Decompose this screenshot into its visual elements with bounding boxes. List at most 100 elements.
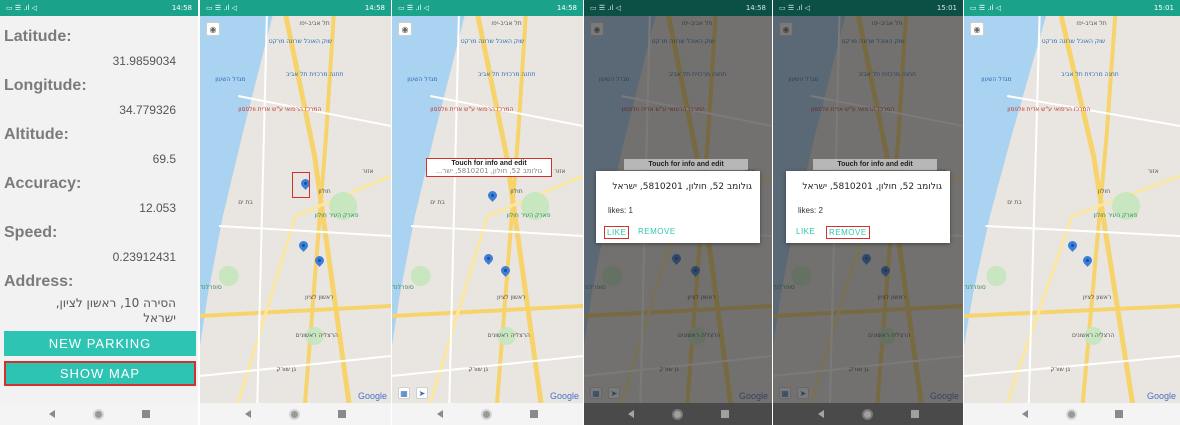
home-icon[interactable]: [289, 408, 300, 420]
sea-area: [392, 16, 465, 346]
latitude-label: Latitude:: [4, 28, 72, 45]
map-place-label: חולון: [318, 188, 331, 195]
info-window-title: Touch for info and edit: [813, 159, 937, 170]
likes-count: likes: 2: [798, 206, 823, 215]
map-place-label: סופרלנד: [964, 284, 986, 291]
map-road: [964, 355, 1180, 377]
map-place-label: המרכז הרפואי ע"ש אדית וולפסון: [1007, 106, 1091, 113]
google-logo: Google: [1146, 391, 1176, 401]
map-place-label: פארק העיר חולון: [314, 212, 359, 219]
map-place-label: מגדל השעון: [407, 76, 438, 83]
my-location-icon[interactable]: ◉: [398, 22, 412, 36]
status-time: 15:01: [1153, 4, 1174, 12]
google-map[interactable]: ◉ תל אביב-יפו שוק האוכל שרונה מרקט תחנה מרכ…: [200, 16, 391, 403]
google-map[interactable]: ◉ תל אביב-יפו שוק האוכל שרונה מרקט תחנה מרכ…: [964, 16, 1180, 403]
speed-label: Speed:: [4, 224, 58, 241]
status-bar: ▭ ☰ .ıl ◁ 14:58: [0, 0, 198, 16]
info-window-title: Touch for info and edit: [451, 160, 527, 167]
map-place-label: שוק האוכל שרונה מרקט: [460, 38, 524, 45]
map-place-label: סופרלנד: [200, 284, 222, 291]
status-bar: ▭ ☰ .ıl ◁ 14:58: [584, 0, 772, 16]
like-button[interactable]: LIKE: [604, 226, 630, 239]
accuracy-value: 12.053: [139, 201, 176, 215]
status-time: 15:01: [936, 4, 957, 12]
back-icon[interactable]: [245, 410, 251, 418]
recent-apps-icon[interactable]: [720, 410, 729, 418]
my-location-icon[interactable]: ◉: [206, 22, 220, 36]
home-icon[interactable]: [671, 408, 683, 420]
map-road: [392, 304, 583, 318]
status-time: 14:58: [364, 4, 385, 12]
android-navbar: [200, 403, 391, 425]
phone-map-tooltip-screen: ▭ ☰ .ıl ◁ 14:58 ◉ תל אביב-יפו שוק האוכל שרונ…: [392, 0, 583, 425]
speed-value: 0.23912431: [112, 250, 176, 264]
map-place-label: הרצליה ראשונים: [1072, 332, 1115, 339]
my-location-icon[interactable]: ◉: [970, 22, 984, 36]
map-road: [256, 16, 268, 403]
address-label: Address:: [4, 273, 74, 290]
recent-apps-icon[interactable]: [338, 410, 346, 418]
like-button[interactable]: LIKE: [794, 226, 817, 237]
map-road: [219, 225, 391, 237]
map-place-label: ראשון לציון: [1082, 294, 1112, 301]
map-place-label: אזור: [1147, 168, 1159, 175]
phone-map-after-remove: ▭ ☰ .ıl ◁ 15:01 ◉ תל אביב-יפו שוק האוכל שרונ…: [964, 0, 1180, 425]
status-bar: ▭ ☰ .ıl ◁ 15:01: [773, 0, 963, 16]
map-place-label: מגדל השעון: [215, 76, 246, 83]
google-map[interactable]: ◉ תל אביב-יפו שוק האוכל שרונה מרקט תחנה מרכ…: [392, 16, 583, 403]
map-place-label: פארק העיר חולון: [1093, 212, 1138, 219]
back-icon[interactable]: [627, 410, 634, 418]
map-place-label: תל אביב-יפו: [299, 20, 330, 27]
map-place-label: סופרלנד: [392, 284, 414, 291]
status-bar: ▭ ☰ .ıl ◁ 14:58: [392, 0, 583, 16]
home-icon[interactable]: [92, 408, 104, 420]
sea-area: [200, 16, 273, 346]
android-navbar: [964, 403, 1180, 425]
android-navbar: [0, 403, 198, 425]
home-icon[interactable]: [1065, 408, 1077, 420]
map-place-label: המרכז הרפואי ע"ש אדית וולפסון: [430, 106, 514, 113]
recent-apps-icon[interactable]: [530, 410, 538, 418]
dialog-address: גולומב 52, חולון, 5810201, ישראל: [802, 182, 942, 192]
recent-apps-icon[interactable]: [1114, 410, 1123, 418]
back-icon[interactable]: [817, 410, 824, 418]
map-place-label: הרצליה ראשונים: [295, 332, 338, 339]
remove-button[interactable]: REMOVE: [636, 226, 678, 237]
remove-button[interactable]: REMOVE: [826, 226, 870, 239]
status-icons-left: ▭ ☰ .ıl ◁: [779, 4, 811, 12]
map-place-label: תל אביב-יפו: [491, 20, 522, 27]
longitude-label: Longitude:: [4, 77, 87, 94]
back-icon[interactable]: [1021, 410, 1028, 418]
phone-map-dialog-remove: ▭ ☰ .ıl ◁15:01◉תל אביב-יפושוק האוכל שרונ…: [773, 0, 963, 425]
map-park: [410, 266, 431, 286]
recent-apps-icon[interactable]: [141, 410, 150, 418]
map-park: [986, 266, 1007, 286]
map-place-label: בת ים: [1007, 199, 1022, 206]
status-icons-left: ▭ ☰ .ıl ◁: [398, 4, 430, 12]
screenshot-collage: ▭ ☰ .ıl ◁ 14:58 Latitude: 31.9859034 Lon…: [0, 0, 1180, 425]
show-map-button[interactable]: SHOW MAP: [4, 361, 196, 386]
google-logo: Google: [357, 391, 387, 401]
map-road: [448, 16, 460, 403]
info-content: Latitude: 31.9859034 Longitude: 34.77932…: [0, 16, 198, 403]
status-icons-left: ▭ ☰ .ıl ◁: [6, 4, 38, 12]
back-icon[interactable]: [437, 410, 443, 418]
home-icon[interactable]: [481, 408, 492, 420]
map-place-label: ראשון לציון: [305, 294, 334, 301]
home-icon[interactable]: [861, 408, 873, 420]
altitude-label: Altitude:: [4, 126, 69, 143]
status-time: 14:58: [556, 4, 577, 12]
directions-icon[interactable]: ➤: [416, 387, 428, 399]
map-place-label: תחנה מרכזית תל אביב: [477, 71, 536, 78]
map-place-label: גן שורק: [1050, 366, 1070, 373]
status-time: 14:58: [171, 4, 192, 12]
open-maps-icon[interactable]: ▦: [398, 387, 410, 399]
marker-info-window[interactable]: Touch for info and edit גולומב 52, חולון,…: [426, 158, 552, 177]
map-place-label: אזור: [362, 168, 374, 175]
recent-apps-icon[interactable]: [910, 410, 919, 418]
back-icon[interactable]: [48, 410, 55, 418]
new-parking-button[interactable]: NEW PARKING: [4, 331, 196, 356]
map-place-label: אזור: [554, 168, 566, 175]
status-icons-left: ▭ ☰ .ıl ◁: [590, 4, 622, 12]
parking-details-dialog: גולומב 52, חולון, 5810201, ישראל likes: 2…: [786, 171, 950, 243]
